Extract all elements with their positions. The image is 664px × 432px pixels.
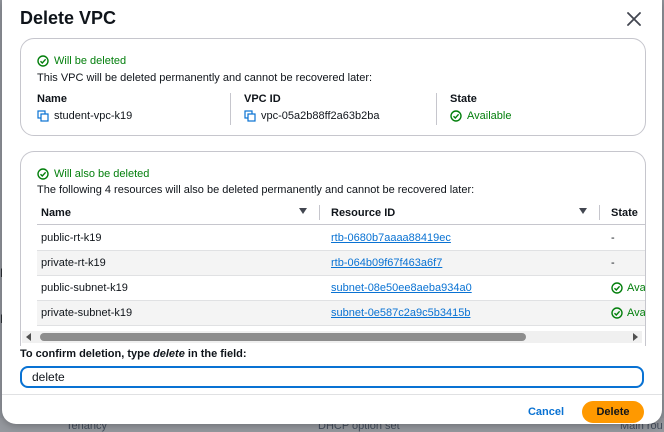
column-header-resource-id[interactable]: Resource ID	[331, 207, 395, 219]
sort-down-icon[interactable]	[299, 208, 307, 214]
scroll-right-icon[interactable]	[633, 333, 638, 341]
table-row: public-subnet-k19 subnet-08e50ee8aeba934…	[37, 276, 646, 301]
close-button[interactable]	[624, 9, 644, 29]
vpc-state-label: State	[450, 93, 477, 105]
footer-divider	[2, 394, 662, 395]
vpc-id-column: VPC ID vpc-05a2b88ff2a63b2ba	[244, 93, 379, 127]
vpc-id-value: vpc-05a2b88ff2a63b2ba	[244, 110, 379, 122]
check-circle-icon	[611, 307, 623, 319]
resources-panel: Will also be deleted The following 4 res…	[20, 151, 646, 346]
table-row: public-rt-k19 rtb-0680b7aaaa88419ec -	[37, 226, 645, 251]
resource-state-text: Ava	[627, 282, 646, 294]
status-text: Will also be deleted	[54, 168, 150, 180]
resource-name: private-rt-k19	[41, 257, 106, 269]
cancel-button[interactable]: Cancel	[522, 402, 570, 422]
vpc-state-text: Available	[467, 110, 512, 122]
table-row: private-rt-k19 rtb-064b09f67f463a6f7 -	[37, 251, 645, 276]
resource-name: public-subnet-k19	[41, 282, 128, 294]
horizontal-scrollbar[interactable]	[22, 331, 642, 343]
resource-id-link[interactable]: rtb-064b09f67f463a6f7	[331, 257, 442, 269]
table-row: private-subnet-k19 subnet-0e587c2a9c5b34…	[37, 301, 646, 326]
resource-state-text: Ava	[627, 307, 646, 319]
delete-vpc-modal: Delete VPC Will be deleted This VPC will…	[2, 0, 662, 424]
column-header-state[interactable]: State	[611, 207, 638, 219]
copy-icon[interactable]	[37, 110, 49, 122]
scrollbar-thumb[interactable]	[40, 333, 526, 341]
close-icon	[627, 12, 641, 26]
resource-state: -	[611, 257, 615, 269]
modal-title: Delete VPC	[20, 8, 117, 28]
resource-state: -	[611, 232, 615, 244]
vpc-name-column: Name student-vpc-k19	[37, 93, 132, 127]
vpc-name-label: Name	[37, 93, 67, 105]
sort-down-icon[interactable]	[579, 208, 587, 214]
vpc-name-text: student-vpc-k19	[54, 110, 133, 122]
resource-id-link[interactable]: subnet-0e587c2a9c5b3415b	[331, 307, 470, 319]
confirm-label-suffix: in the field:	[184, 348, 247, 360]
resources-panel-description: The following 4 resources will also be d…	[37, 184, 475, 196]
vpc-state-value: Available	[450, 110, 511, 122]
confirm-label-word: delete	[153, 348, 185, 360]
vpc-state-column: State Available	[450, 93, 511, 127]
status-text: Will be deleted	[54, 55, 127, 67]
confirm-label-prefix: To confirm deletion, type	[20, 348, 154, 360]
vpc-name-value: student-vpc-k19	[37, 110, 132, 122]
column-divider	[230, 93, 231, 125]
scroll-left-icon[interactable]	[26, 333, 31, 341]
vpc-id-label: VPC ID	[244, 93, 281, 105]
will-be-deleted-status: Will be deleted	[37, 55, 126, 67]
confirm-label: To confirm deletion, type delete in the …	[20, 348, 247, 360]
vpc-panel: Will be deleted This VPC will be deleted…	[20, 38, 646, 136]
column-header-name[interactable]: Name	[41, 207, 71, 219]
vpc-panel-description: This VPC will be deleted permanently and…	[37, 72, 373, 84]
resource-id-link[interactable]: rtb-0680b7aaaa88419ec	[331, 232, 451, 244]
vpc-id-text: vpc-05a2b88ff2a63b2ba	[261, 110, 380, 122]
resource-id-link[interactable]: subnet-08e50ee8aeba934a0	[331, 282, 472, 294]
resource-name: private-subnet-k19	[41, 307, 133, 319]
resource-state: Ava	[611, 282, 646, 294]
resources-table-header: Name Resource ID State	[37, 202, 645, 225]
copy-icon[interactable]	[244, 110, 256, 122]
delete-button[interactable]: Delete	[582, 401, 644, 423]
check-circle-icon	[37, 55, 49, 67]
column-resizer[interactable]	[319, 205, 320, 220]
check-circle-icon	[450, 110, 462, 122]
resource-name: public-rt-k19	[41, 232, 102, 244]
check-circle-icon	[611, 282, 623, 294]
check-circle-icon	[37, 168, 49, 180]
column-resizer[interactable]	[599, 205, 600, 220]
resource-state: Ava	[611, 307, 646, 319]
column-divider	[436, 93, 437, 125]
will-also-be-deleted-status: Will also be deleted	[37, 168, 149, 180]
confirm-delete-input[interactable]	[20, 366, 644, 388]
